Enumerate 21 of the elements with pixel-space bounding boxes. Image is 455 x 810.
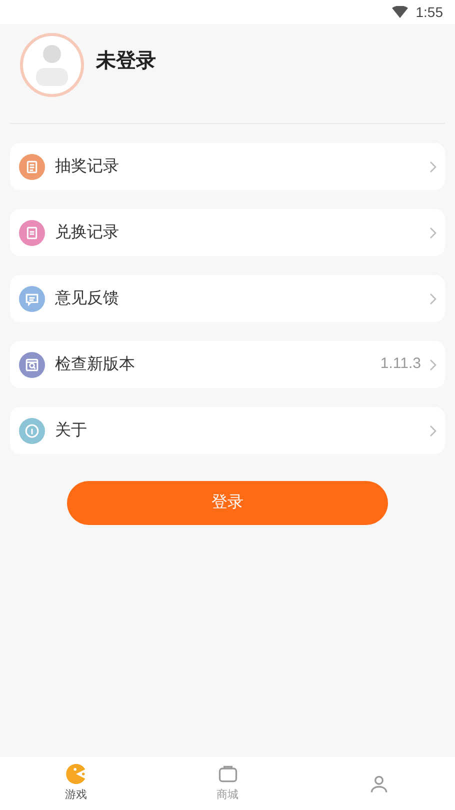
version-text: 1.11.3 <box>380 354 421 374</box>
menu-item[interactable]: 检查新版本 1.11.3 <box>10 341 445 388</box>
menu-item[interactable]: 意见反馈 <box>10 275 445 322</box>
menu-item[interactable]: 抽奖记录 <box>10 143 445 190</box>
chevron-right-icon <box>429 292 437 304</box>
menu-label: 意见反馈 <box>55 288 119 308</box>
chevron-right-icon <box>429 226 437 238</box>
menu-label: 关于 <box>55 420 87 440</box>
menu-item[interactable]: 关于 <box>10 407 445 454</box>
menu-label: 检查新版本 <box>55 354 135 374</box>
menu-label: 兑换记录 <box>55 222 119 242</box>
user-name: 未登录 <box>96 49 156 74</box>
tab[interactable]: 游戏 <box>0 757 152 810</box>
menu-label: 抽奖记录 <box>55 156 119 176</box>
chevron-right-icon <box>429 160 437 172</box>
chevron-right-icon <box>429 358 437 370</box>
chevron-right-icon <box>429 424 437 436</box>
status-time: 1:55 <box>416 2 443 22</box>
menu-item[interactable]: 兑换记录 <box>10 209 445 256</box>
wifi-icon <box>392 6 408 18</box>
pacman-icon <box>64 763 87 786</box>
